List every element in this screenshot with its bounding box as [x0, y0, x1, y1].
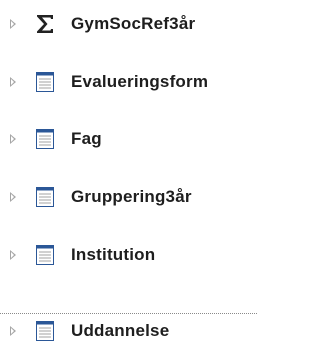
- expand-arrow-icon[interactable]: [10, 77, 16, 87]
- tree-item-label: Uddannelse: [71, 321, 170, 340]
- object-tree: GymSocRef3år Evalueringsform Fag Grupper…: [0, 0, 257, 347]
- table-icon: [36, 245, 54, 265]
- tree-item-institution[interactable]: Institution: [0, 238, 257, 272]
- tree-item-label: Evalueringsform: [71, 72, 209, 91]
- table-icon: [36, 72, 54, 92]
- table-icon: [36, 129, 54, 149]
- expand-arrow-icon[interactable]: [10, 134, 16, 144]
- expand-arrow-icon[interactable]: [10, 326, 16, 336]
- tree-item-label: Institution: [71, 245, 156, 264]
- tree-item-evalueringsform[interactable]: Evalueringsform: [0, 65, 257, 99]
- tree-item-gymsocref3ar[interactable]: GymSocRef3år: [0, 7, 257, 41]
- sigma-icon: [37, 15, 53, 33]
- table-icon: [36, 187, 54, 207]
- tree-item-fag[interactable]: Fag: [0, 122, 257, 156]
- tree-item-label: Gruppering3år: [71, 187, 192, 206]
- table-icon: [36, 321, 54, 341]
- expand-arrow-icon[interactable]: [10, 250, 16, 260]
- tree-item-uddannelse[interactable]: Uddannelse: [0, 313, 257, 347]
- tree-item-gruppering3ar[interactable]: Gruppering3år: [0, 180, 257, 214]
- tree-item-label: Fag: [71, 129, 102, 148]
- expand-arrow-icon[interactable]: [10, 19, 16, 29]
- tree-item-label: GymSocRef3år: [71, 14, 196, 33]
- expand-arrow-icon[interactable]: [10, 192, 16, 202]
